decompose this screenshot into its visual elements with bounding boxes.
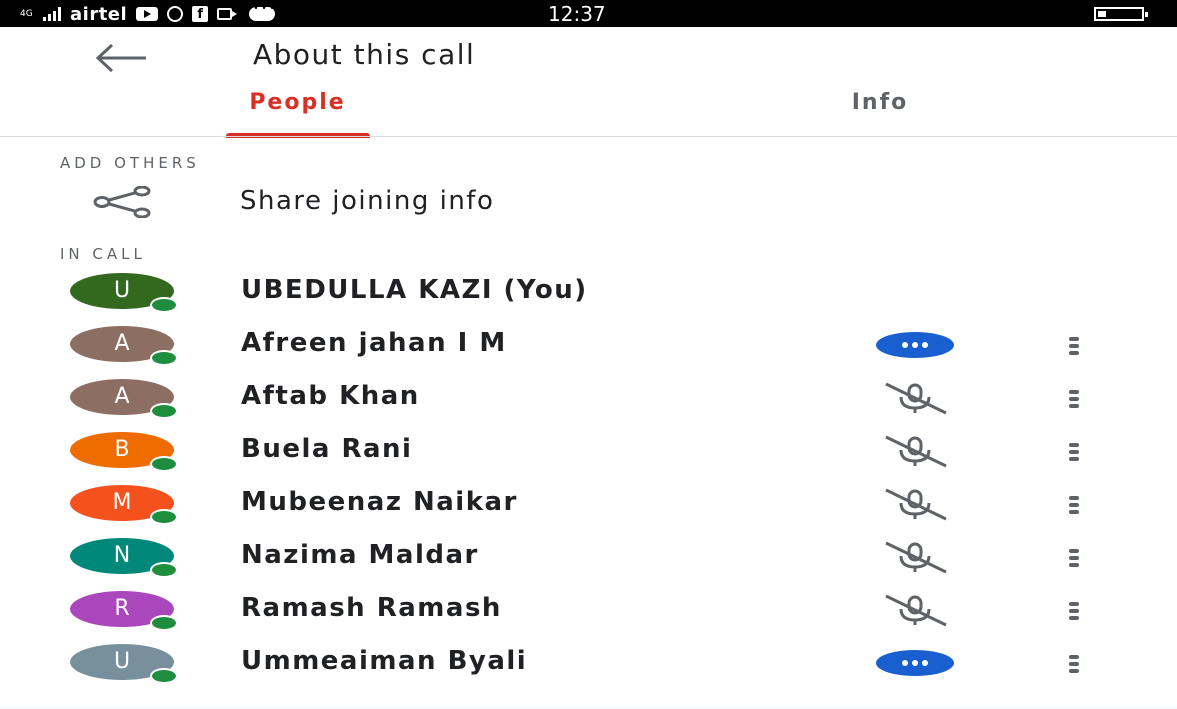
more-options-icon[interactable] bbox=[1062, 384, 1086, 414]
online-status-dot bbox=[150, 456, 178, 472]
video-camera-icon bbox=[217, 8, 238, 20]
share-joining-info-button[interactable]: Share joining info bbox=[0, 176, 1177, 228]
more-options-icon[interactable] bbox=[1062, 437, 1086, 467]
signal-icon bbox=[43, 7, 61, 21]
in-call-heading: IN CALL bbox=[60, 245, 146, 263]
participant-row[interactable]: N Nazima Maldar bbox=[0, 531, 1177, 584]
more-options-icon[interactable] bbox=[1062, 331, 1086, 361]
tab-people-label: People bbox=[249, 90, 346, 115]
participant-list: U UBEDULLA KAZI (You) A Afreen jahan I M A Af… bbox=[0, 266, 1177, 690]
page-title: About this call bbox=[253, 38, 476, 71]
facebook-icon: f bbox=[192, 6, 209, 22]
participant-name: UBEDULLA KAZI (You) bbox=[241, 275, 588, 305]
participant-name: Afreen jahan I M bbox=[241, 328, 507, 358]
more-options-icon[interactable] bbox=[1062, 490, 1086, 520]
participant-name: Ramash Ramash bbox=[241, 593, 502, 623]
add-others-heading: ADD OTHERS bbox=[60, 154, 200, 172]
speaking-indicator-icon bbox=[876, 645, 958, 681]
tab-info[interactable]: Info bbox=[790, 90, 970, 136]
tabs-divider bbox=[0, 136, 1177, 137]
more-options-icon[interactable] bbox=[1062, 543, 1086, 573]
participant-name: Aftab Khan bbox=[241, 381, 420, 411]
chat-bubble-icon bbox=[249, 4, 276, 21]
participant-row[interactable]: U UBEDULLA KAZI (You) bbox=[0, 266, 1177, 319]
participant-row[interactable]: A Aftab Khan bbox=[0, 372, 1177, 425]
online-status-dot bbox=[150, 297, 178, 313]
status-bar: 4G airtel f 12:37 bbox=[0, 0, 1177, 27]
participant-name: Nazima Maldar bbox=[241, 540, 479, 570]
tab-people[interactable]: People bbox=[190, 90, 405, 138]
battery-icon bbox=[1094, 7, 1148, 21]
speaking-dots bbox=[876, 332, 954, 358]
participant-row[interactable]: M Mubeenaz Naikar bbox=[0, 478, 1177, 531]
mic-muted-icon bbox=[876, 592, 958, 628]
speaking-indicator-icon bbox=[876, 327, 958, 363]
speaking-dots bbox=[876, 650, 954, 676]
participant-row[interactable]: U Ummeaiman Byali bbox=[0, 637, 1177, 690]
online-status-dot bbox=[150, 403, 178, 419]
youtube-icon bbox=[136, 7, 159, 21]
online-status-dot bbox=[150, 350, 178, 366]
status-time: 12:37 bbox=[548, 2, 606, 26]
carrier-name: airtel bbox=[70, 3, 128, 25]
mic-muted-icon bbox=[876, 486, 958, 522]
share-icon bbox=[93, 186, 151, 218]
mic-muted-icon bbox=[876, 380, 958, 416]
online-status-dot bbox=[150, 509, 178, 525]
online-status-dot bbox=[150, 615, 178, 631]
participant-name: Mubeenaz Naikar bbox=[241, 487, 518, 517]
share-joining-info-label: Share joining info bbox=[240, 186, 495, 216]
mic-muted-icon bbox=[876, 433, 958, 469]
more-options-icon[interactable] bbox=[1062, 596, 1086, 626]
tab-info-label: Info bbox=[851, 90, 909, 115]
back-arrow-icon bbox=[95, 43, 146, 73]
participant-name: Ummeaiman Byali bbox=[241, 646, 528, 676]
participant-row[interactable]: A Afreen jahan I M bbox=[0, 319, 1177, 372]
participant-row[interactable]: B Buela Rani bbox=[0, 425, 1177, 478]
online-status-dot bbox=[150, 668, 178, 684]
more-options-icon[interactable] bbox=[1062, 649, 1086, 679]
whatsapp-icon bbox=[167, 6, 184, 22]
online-status-dot bbox=[150, 562, 178, 578]
mic-muted-icon bbox=[876, 539, 958, 575]
back-button[interactable] bbox=[94, 40, 150, 76]
status-bar-left: 4G airtel f bbox=[20, 3, 276, 25]
network-type: 4G bbox=[20, 8, 33, 19]
battery-level bbox=[1098, 11, 1106, 17]
participant-name: Buela Rani bbox=[241, 434, 413, 464]
participant-row[interactable]: R Ramash Ramash bbox=[0, 584, 1177, 637]
